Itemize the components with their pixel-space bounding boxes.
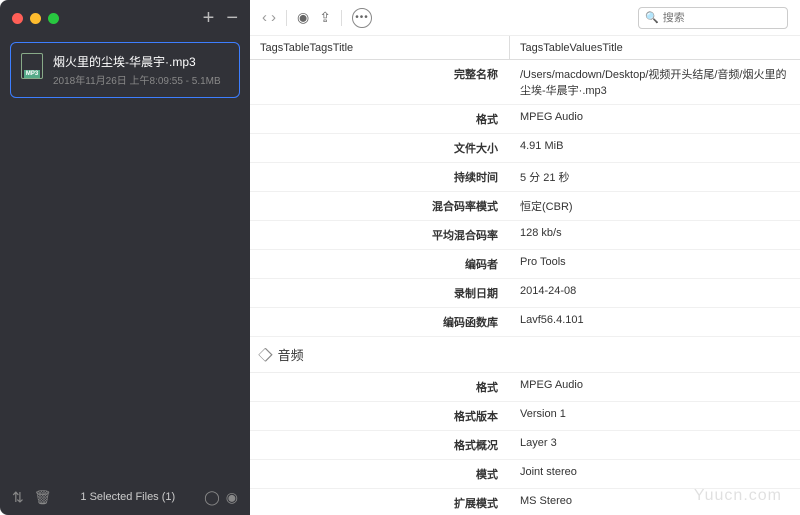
metadata-key: 模式	[250, 460, 510, 488]
select-all-icon[interactable]: ◉	[226, 489, 238, 506]
metadata-row: 录制日期2014-24-08	[250, 279, 800, 308]
metadata-key: 编码函数库	[250, 308, 510, 336]
file-info: 烟火里的尘埃-华晨宇·.mp3 2018年11月26日 上午8:09:55 - …	[53, 53, 229, 87]
remove-file-button[interactable]: −	[226, 8, 238, 28]
metadata-row: 编码函数库Lavf56.4.101	[250, 308, 800, 337]
metadata-key: 文件大小	[250, 134, 510, 162]
metadata-key: 格式	[250, 373, 510, 401]
titlebar: + −	[0, 0, 250, 36]
metadata-value: Lavf56.4.101	[510, 308, 800, 336]
metadata-row: 格式版本Version 1	[250, 402, 800, 431]
metadata-key: 录制日期	[250, 279, 510, 307]
metadata-key: 格式概况	[250, 431, 510, 459]
metadata-row: 扩展模式MS Stereo	[250, 489, 800, 515]
toolbar: ‹ › ◉ ⇪ ••• 🔍	[250, 0, 800, 36]
file-type-icon: MP3	[21, 53, 43, 79]
metadata-value: Layer 3	[510, 431, 800, 459]
metadata-value: MPEG Audio	[510, 105, 800, 133]
metadata-value: 128 kb/s	[510, 221, 800, 249]
values-column-header[interactable]: TagsTableValuesTitle	[510, 42, 800, 54]
preview-icon[interactable]: ◉	[297, 9, 309, 26]
audio-section-header[interactable]: ❑ 音频	[250, 337, 800, 373]
tag-icon: ❑	[256, 345, 276, 365]
metadata-key: 平均混合码率	[250, 221, 510, 249]
metadata-row: 完整名称/Users/macdown/Desktop/视频开头结尾/音频/烟火里…	[250, 60, 800, 105]
tags-column-header[interactable]: TagsTableTagsTitle	[250, 36, 510, 59]
file-meta: 2018年11月26日 上午8:09:55 - 5.1MB	[53, 72, 229, 87]
metadata-row: 平均混合码率128 kb/s	[250, 221, 800, 250]
share-icon[interactable]: ⇪	[319, 9, 331, 26]
sidebar: + − MP3 烟火里的尘埃-华晨宇·.mp3 2018年11月26日 上午8:…	[0, 0, 250, 515]
metadata-value: Joint stereo	[510, 460, 800, 488]
toolbar-divider	[286, 10, 287, 26]
metadata-key: 完整名称	[250, 60, 510, 104]
file-extension-badge: MP3	[24, 70, 40, 78]
metadata-row: 格式MPEG Audio	[250, 373, 800, 402]
metadata-value: 4.91 MiB	[510, 134, 800, 162]
metadata-key: 混合码率模式	[250, 192, 510, 220]
metadata-key: 格式版本	[250, 402, 510, 430]
metadata-key: 格式	[250, 105, 510, 133]
nav-arrows: ‹ ›	[262, 9, 276, 26]
file-name: 烟火里的尘埃-华晨宇·.mp3	[53, 53, 229, 70]
file-list-item[interactable]: MP3 烟火里的尘埃-华晨宇·.mp3 2018年11月26日 上午8:09:5…	[10, 42, 240, 98]
metadata-row: 编码者Pro Tools	[250, 250, 800, 279]
metadata-value: Pro Tools	[510, 250, 800, 278]
search-input[interactable]	[663, 12, 781, 24]
metadata-row: 格式概况Layer 3	[250, 431, 800, 460]
maximize-window-icon[interactable]	[48, 13, 59, 24]
metadata-row: 混合码率模式恒定(CBR)	[250, 192, 800, 221]
more-icon[interactable]: •••	[352, 8, 372, 28]
metadata-value: 恒定(CBR)	[510, 192, 800, 220]
add-file-button[interactable]: +	[203, 8, 215, 28]
close-window-icon[interactable]	[12, 13, 23, 24]
sort-icon[interactable]: ⇅	[12, 489, 24, 506]
metadata-row: 格式MPEG Audio	[250, 105, 800, 134]
metadata-key: 持续时间	[250, 163, 510, 191]
metadata-value: Version 1	[510, 402, 800, 430]
metadata-value: /Users/macdown/Desktop/视频开头结尾/音频/烟火里的尘埃-…	[510, 60, 800, 104]
metadata-row: 模式Joint stereo	[250, 460, 800, 489]
search-icon: 🔍	[645, 11, 659, 24]
metadata-key: 扩展模式	[250, 489, 510, 515]
toolbar-divider	[341, 10, 342, 26]
audio-section-title: 音频	[278, 345, 304, 364]
search-box[interactable]: 🔍	[638, 7, 788, 29]
footer-left-icons: ⇅ 🗑	[12, 489, 52, 506]
window-controls	[12, 13, 59, 24]
footer-right-icons: ◯ ◉	[204, 489, 238, 506]
metadata-value: 5 分 21 秒	[510, 163, 800, 191]
metadata-value: MS Stereo	[510, 489, 800, 515]
minimize-window-icon[interactable]	[30, 13, 41, 24]
back-button[interactable]: ‹	[262, 9, 267, 26]
metadata-key: 编码者	[250, 250, 510, 278]
trash-icon[interactable]: 🗑	[34, 489, 52, 506]
forward-button[interactable]: ›	[271, 9, 276, 26]
toolbar-icons: ◉ ⇪	[297, 9, 331, 26]
main-panel: ‹ › ◉ ⇪ ••• 🔍 TagsTableTagsTitle TagsTab…	[250, 0, 800, 515]
metadata-value: 2014-24-08	[510, 279, 800, 307]
selected-files-label: 1 Selected Files (1)	[80, 491, 175, 503]
metadata-row: 文件大小4.91 MiB	[250, 134, 800, 163]
deselect-icon[interactable]: ◯	[204, 489, 220, 506]
metadata-row: 持续时间5 分 21 秒	[250, 163, 800, 192]
content-scroll[interactable]: 完整名称/Users/macdown/Desktop/视频开头结尾/音频/烟火里…	[250, 60, 800, 515]
sidebar-footer: ⇅ 🗑 1 Selected Files (1) ◯ ◉	[0, 479, 250, 515]
titlebar-actions: + −	[203, 8, 238, 28]
metadata-value: MPEG Audio	[510, 373, 800, 401]
table-header: TagsTableTagsTitle TagsTableValuesTitle	[250, 36, 800, 60]
